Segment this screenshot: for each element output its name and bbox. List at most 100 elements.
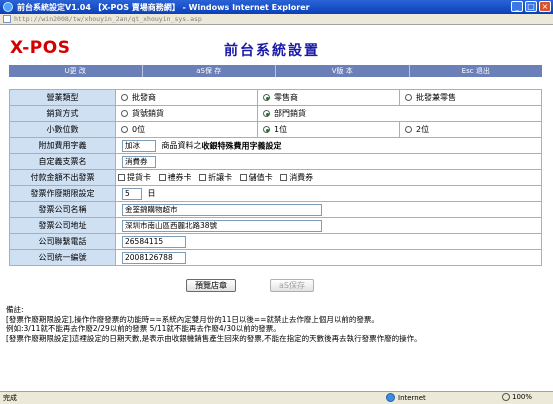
no-invoice-checkbox-pickup[interactable]: 提貨卡 [118,173,151,182]
page-title: 前台系統設置 [224,43,320,59]
status-bar: 完成 Internet 100% [0,391,553,404]
company-address-row: 發票公司地址 深圳市南山區西麗北路38號 [9,217,542,234]
zoom-level: 100% [512,393,533,401]
address-bar[interactable]: http://win2008/tw/xhouyin_2an/qt_xhouyin… [0,14,553,25]
company-phone-label: 公司聯繫電話 [9,233,116,250]
browser-icon [3,2,13,12]
sales-method-label: 銷貨方式 [9,105,116,122]
address-url[interactable]: http://win2008/tw/xhouyin_2an/qt_xhouyin… [14,15,202,23]
company-address-cell: 深圳市南山區西麗北路38號 [115,217,542,234]
company-phone-cell: 26584115 [115,233,542,250]
surcharge-cell: 加冰 商品資料之收銀特殊費用字義設定 [115,137,542,154]
radio-icon[interactable] [405,126,412,133]
status-text: 完成 [3,394,17,402]
business-type-label: 營業類型 [9,89,116,106]
decimal-places-label: 小數位數 [9,121,116,138]
checkbox-icon[interactable] [199,174,207,181]
save-toolbar-button[interactable]: aS保 存 [143,65,276,77]
business-type-row: 營業類型 批發商 零售商 批發兼零售 [9,89,542,106]
tax-id-label: 公司統一編號 [9,249,116,266]
app-logo: X-POS [10,38,71,58]
no-invoice-row: 付款金額不出發票 提貨卡 禮券卡 折讓卡 儲值卡 消費券 [9,169,542,186]
page-content: X-POS 前台系統設置 U更 改 aS保 存 V版 本 Esc 退出 營業類型… [0,26,553,389]
radio-icon[interactable] [121,126,128,133]
tax-id-cell: 2008126788 [115,249,542,266]
preview-stamp-button[interactable]: 預覽店章 [186,279,236,292]
sales-method-option-item[interactable]: 貨號銷貨 [115,105,258,122]
zoom-control[interactable]: 100% [502,393,532,401]
surcharge-row: 附加費用字義 加冰 商品資料之收銀特殊費用字義設定 [9,137,542,154]
no-invoice-checkbox-voucher[interactable]: 消費券 [280,173,313,182]
company-address-input[interactable]: 深圳市南山區西麗北路38號 [122,219,322,232]
company-name-label: 發票公司名稱 [9,201,116,218]
voucher-name-label: 自定義支票名 [9,153,116,170]
radio-selected-icon[interactable] [263,126,270,133]
company-name-input[interactable]: 金筌錦購物超市 [122,203,322,216]
checkbox-icon[interactable] [280,174,288,181]
no-invoice-checkbox-stored[interactable]: 儲值卡 [239,173,273,182]
company-address-label: 發票公司地址 [9,217,116,234]
form-actions: 預覽店章 aS保存 [186,279,314,292]
company-name-cell: 金筌錦購物超市 [115,201,542,218]
invoice-void-days-label: 發票作廢期限設定 [9,185,116,202]
radio-icon[interactable] [121,94,128,101]
notes: 備註: [發票作廢期限設定],操作作廢發票的功能時==系統內定雙月份的11日以後… [6,305,546,343]
business-type-option-retail[interactable]: 零售商 [257,89,400,106]
no-invoice-checkbox-gift[interactable]: 禮券卡 [158,173,192,182]
globe-icon [386,393,395,402]
minimize-icon[interactable]: _ [511,1,523,12]
company-phone-input[interactable]: 26584115 [122,235,186,248]
surcharge-label: 附加費用字義 [9,137,116,154]
close-icon[interactable]: × [539,1,551,12]
no-invoice-checkbox-discount[interactable]: 折讓卡 [199,173,232,182]
settings-form: 營業類型 批發商 零售商 批發兼零售 銷貨方式 貨號銷貨 部門銷貨 小數位數 0… [9,89,542,266]
checkbox-icon[interactable] [158,174,166,181]
invoice-void-days-input[interactable]: 5 [122,187,142,200]
radio-icon[interactable] [405,94,412,101]
business-type-option-wholesale[interactable]: 批發商 [115,89,258,106]
save-button[interactable]: aS保存 [270,279,314,292]
version-button[interactable]: V版 本 [276,65,410,77]
surcharge-description-bold: 收銀特殊費用字義設定 [201,141,282,150]
maximize-icon[interactable]: □ [525,1,537,12]
checkbox-icon[interactable] [239,174,247,181]
voucher-name-row: 自定義支票名 消費券 [9,153,542,170]
tax-id-row: 公司統一編號 2008126788 [9,249,542,266]
decimal-places-row: 小數位數 0位 1位 2位 [9,121,542,138]
zone-label: Internet [398,393,426,402]
voucher-name-cell: 消費券 [115,153,542,170]
radio-icon[interactable] [121,110,128,117]
decimal-places-option-1[interactable]: 1位 [257,121,400,138]
decimal-places-option-0[interactable]: 0位 [115,121,258,138]
notes-line: [發票作廢期限設定],操作作廢發票的功能時==系統內定雙月份的11日以後==就禁… [6,314,379,324]
zoom-icon [502,393,510,401]
page-icon [3,15,11,23]
exit-button[interactable]: Esc 退出 [410,65,543,77]
invoice-void-days-row: 發票作廢期限設定 5 日 [9,185,542,202]
notes-line: [發票作廢期限設定]這裡設定的日期天數,是表示由收銀機銷售產生回來的發票,不能在… [6,333,422,343]
brand-row: X-POS 前台系統設置 [0,26,553,64]
surcharge-input[interactable]: 加冰 [122,139,156,152]
no-invoice-cell: 提貨卡 禮券卡 折讓卡 儲值卡 消費券 [115,169,542,186]
window-controls: _ □ × [511,1,551,12]
business-type-option-both[interactable]: 批發兼零售 [399,89,542,106]
voucher-name-input[interactable]: 消費券 [122,155,156,168]
no-invoice-label: 付款金額不出發票 [9,169,116,186]
security-zone[interactable]: Internet [386,393,426,402]
radio-selected-icon[interactable] [263,110,270,117]
modify-button[interactable]: U更 改 [9,65,143,77]
company-phone-row: 公司聯繫電話 26584115 [9,233,542,250]
window-titlebar: 前台系統設定V1.04 【X-POS 賣場商務網】 - Windows Inte… [0,0,553,14]
sales-method-option-department[interactable]: 部門銷貨 [257,105,542,122]
invoice-void-days-cell: 5 日 [115,185,542,202]
decimal-places-option-2[interactable]: 2位 [399,121,542,138]
notes-heading: 備註: [6,305,24,314]
company-name-row: 發票公司名稱 金筌錦購物超市 [9,201,542,218]
tax-id-input[interactable]: 2008126788 [122,251,186,264]
checkbox-icon[interactable] [118,174,125,181]
invoice-void-days-unit: 日 [147,189,156,198]
toolbar: U更 改 aS保 存 V版 本 Esc 退出 [9,65,542,77]
notes-line: 例如:3/11就不能再去作廢2/29以前的發票 5/11就不能再去作廢4/30以… [6,324,281,333]
radio-selected-icon[interactable] [263,94,270,101]
window-title: 前台系統設定V1.04 【X-POS 賣場商務網】 - Windows Inte… [17,2,310,12]
